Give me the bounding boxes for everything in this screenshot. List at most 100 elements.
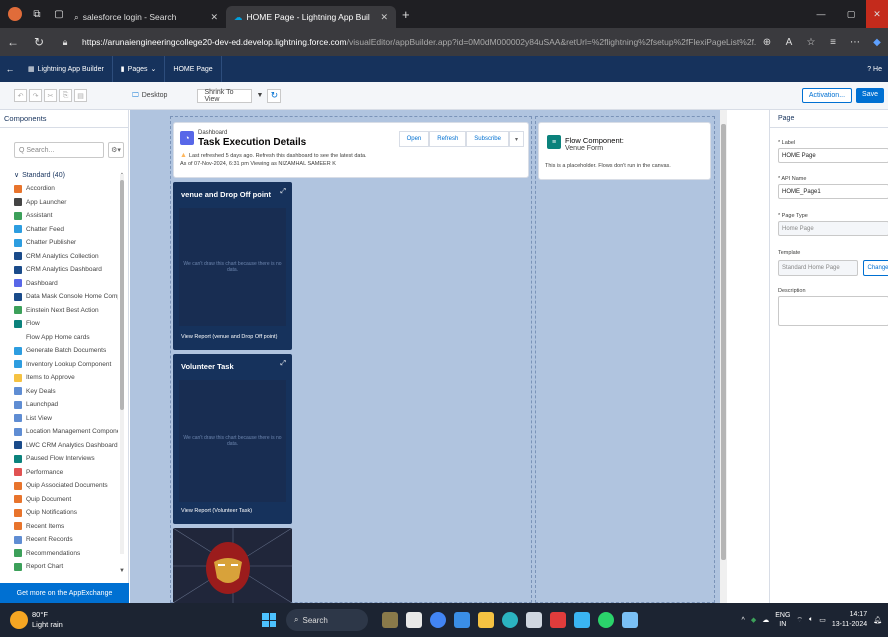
start-button[interactable] [262,613,276,627]
sidebar-region[interactable] [535,116,715,603]
back-icon[interactable]: ← [0,64,20,74]
change-template-button[interactable]: Change [863,260,888,276]
scroll-down-icon[interactable]: ▼ [119,568,125,574]
office-icon[interactable] [550,612,566,628]
workspaces-icon[interactable]: ⧉ [30,7,44,21]
list-item[interactable]: CRM Analytics Collection [14,250,118,264]
list-item[interactable]: Recent Items [14,520,118,534]
weather-widget[interactable]: 80°F Light rain [10,610,130,630]
onedrive-icon[interactable]: ☁ [762,616,769,624]
close-tab-icon[interactable]: ✕ [380,12,388,23]
tab-home-page[interactable]: ☁ HOME Page - Lightning App Buil ✕ [226,6,396,28]
description-textarea[interactable] [778,296,888,326]
list-item[interactable]: Flow App Home cards [14,331,118,345]
zoom-icon[interactable]: ⊕ [756,37,778,48]
components-scrollbar[interactable] [120,174,124,554]
app-tray-icon[interactable]: ◆ [751,616,756,624]
help-link[interactable]: ? He [867,66,888,73]
clock[interactable]: 14:17 13-11-2024 [832,610,867,630]
reload-icon[interactable]: ↻ [26,35,52,49]
chevron-down-icon[interactable]: ▼ [256,92,263,99]
volume-icon[interactable]: 🔈︎ [809,616,813,624]
list-item[interactable]: App Launcher [14,196,118,210]
list-item[interactable]: Launchpad [14,398,118,412]
list-item[interactable]: Quip Document [14,493,118,507]
appexchange-link[interactable]: Get more on the AppExchange [0,583,129,603]
list-item[interactable]: Chatter Publisher [14,236,118,250]
view-select[interactable]: Shrink To View [197,88,253,103]
save-button[interactable]: Save [856,88,884,103]
taskbar-search[interactable]: ⌕ Search [286,609,368,631]
battery-icon[interactable]: ▭ [819,616,826,624]
chevron-up-icon[interactable]: ^ [742,617,745,624]
scrollbar-thumb[interactable] [721,124,726,560]
chevron-down-icon[interactable]: ▾ [508,131,524,147]
more-menu-icon[interactable]: ⋯ [844,37,866,48]
favorites-icon[interactable]: ≡ [822,37,844,48]
api-name-input[interactable]: HOME_Page1 [778,184,888,199]
favorite-star-icon[interactable]: ☆ [800,37,822,48]
file-explorer-icon[interactable] [478,612,494,628]
list-item[interactable]: Accordion [14,182,118,196]
whatsapp-icon[interactable] [598,612,614,628]
language-indicator[interactable]: ENG IN [775,611,790,629]
close-window-button[interactable]: ✕ [866,0,888,28]
tab-actions-icon[interactable]: ▢ [52,7,66,21]
list-item[interactable]: Dashboard [14,277,118,291]
chart-card-volunteer[interactable]: Volunteer Task ⤢ We can't draw this char… [173,354,292,524]
store-icon[interactable] [526,612,542,628]
dashboard-component[interactable]: ◔ Dashboard Task Execution Details ▲ Las… [173,122,529,178]
back-arrow-icon[interactable]: ← [0,35,26,49]
label-input[interactable]: HOME Page [778,148,888,163]
image-component[interactable] [173,528,292,603]
refresh-dashboard-button[interactable]: Refresh [429,131,467,147]
list-item[interactable]: LWC CRM Analytics Dashboard [14,439,118,453]
read-aloud-icon[interactable]: A [778,37,800,48]
list-item[interactable]: Generate Batch Documents [14,344,118,358]
open-button[interactable]: Open [398,131,430,147]
list-item[interactable]: Assistant [14,209,118,223]
maximize-button[interactable]: ▢ [836,0,866,28]
chart-card-venue[interactable]: venue and Drop Off point ⤢ We can't draw… [173,182,292,350]
refresh-button[interactable]: ↻ [267,88,282,103]
list-item[interactable]: Key Deals [14,385,118,399]
list-item[interactable]: Report Chart [14,560,118,574]
paste-icon[interactable]: ▤ [74,89,87,102]
list-item[interactable]: Quip Notifications [14,506,118,520]
edge-icon[interactable] [502,612,518,628]
list-item[interactable]: Items to Approve [14,371,118,385]
list-item[interactable]: Location Management Component [14,425,118,439]
gear-icon[interactable]: ⚙▾ [108,142,124,158]
list-item[interactable]: Inventory Lookup Component [14,358,118,372]
undo-icon[interactable]: ↶ [14,89,27,102]
list-item[interactable]: Recent Records [14,533,118,547]
list-item[interactable]: CRM Analytics Dashboard [14,263,118,277]
paint-icon[interactable] [622,612,638,628]
list-item[interactable]: Flow [14,317,118,331]
standard-section-header[interactable]: ∨ Standard (40) [14,168,128,182]
wifi-icon[interactable]: ⌔ [796,616,803,625]
copilot-app-icon[interactable] [454,612,470,628]
site-info-icon[interactable]: 🔒︎ [52,37,78,48]
chrome-icon[interactable] [430,612,446,628]
new-tab-button[interactable]: + [402,7,410,22]
view-report-link[interactable]: View Report (venue and Drop Off point) [181,334,277,340]
widgets-app-icon[interactable] [382,612,398,628]
component-search-input[interactable]: Q Search... [14,142,104,158]
tab-salesforce-login[interactable]: ⌕ salesforce login - Search ✕ [66,6,226,28]
redo-icon[interactable]: ↷ [29,89,42,102]
photos-icon[interactable] [574,612,590,628]
cut-icon[interactable]: ✂ [44,89,57,102]
view-report-link[interactable]: View Report (Volunteer Task) [181,508,252,514]
notification-icon[interactable]: 🔔︎ [873,616,882,624]
copilot-icon[interactable]: ◆ [866,37,888,48]
flow-component[interactable]: ≡ Flow Component: Venue Form This is a p… [538,122,711,180]
list-item[interactable]: Quip Associated Documents [14,479,118,493]
minimize-button[interactable]: — [806,0,836,28]
task-view-icon[interactable] [406,612,422,628]
url-field[interactable]: https://arunaiengineeringcollege20-dev-e… [78,32,756,52]
list-item[interactable]: Chatter Feed [14,223,118,237]
expand-icon[interactable]: ⤢ [280,360,286,368]
list-item[interactable]: Einstein Next Best Action [14,304,118,318]
profile-icon[interactable] [8,7,22,21]
